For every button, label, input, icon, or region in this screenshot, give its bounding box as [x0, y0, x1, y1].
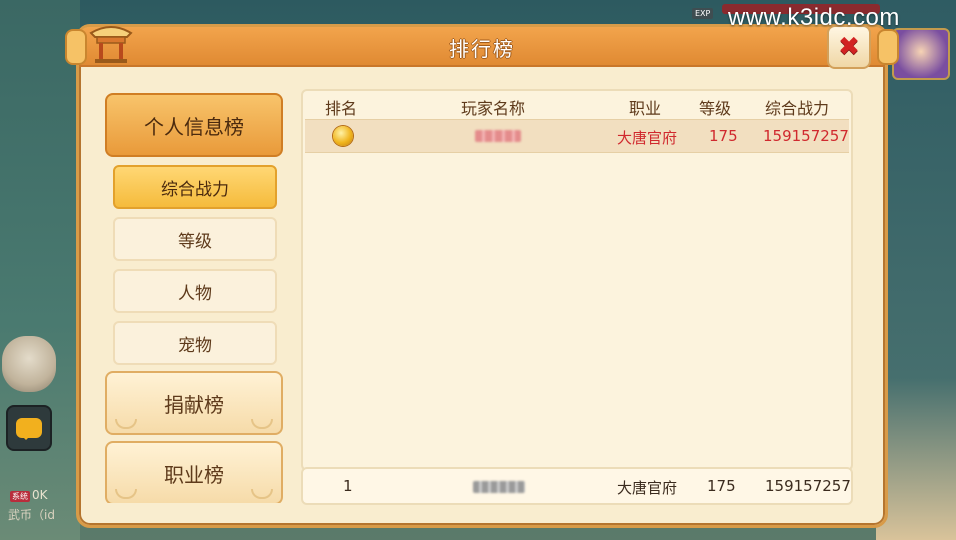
category-sidebar: 个人信息榜 综合战力 等级 人物 宠物 捐献榜 职业榜 — [103, 93, 285, 503]
category-profession[interactable]: 职业榜 — [105, 441, 283, 503]
currency-message: 武币（id — [8, 508, 55, 522]
header-rank: 排名 — [325, 99, 358, 118]
my-profession: 大唐官府 — [617, 479, 678, 497]
system-tag: 系统 — [10, 491, 30, 502]
category-label: 个人信息榜 — [144, 114, 244, 139]
my-level: 175 — [707, 477, 736, 495]
chat-button[interactable] — [6, 405, 52, 451]
row-profession: 大唐官府 — [617, 129, 678, 147]
system-message-text: 0K — [32, 488, 48, 502]
window-title: 排行榜 — [449, 37, 515, 61]
player-name-blurred — [475, 130, 521, 142]
ranking-table: 排名 玩家名称 职业 等级 综合战力 大唐官府 175 159157257 — [301, 89, 853, 471]
row-level: 175 — [709, 127, 738, 145]
category-personal-info[interactable]: 个人信息榜 — [105, 93, 283, 157]
subcategory-label: 人物 — [178, 283, 212, 304]
header-player-name: 玩家名称 — [461, 99, 526, 118]
header-profession: 职业 — [629, 99, 662, 118]
my-rank-row: 1 大唐官府 175 159157257 — [301, 467, 853, 505]
row-combat-power: 159157257 — [763, 127, 849, 145]
player-avatar[interactable] — [892, 28, 950, 80]
background-right — [876, 0, 956, 540]
table-row[interactable]: 大唐官府 175 159157257 — [305, 119, 849, 153]
category-donation[interactable]: 捐献榜 — [105, 371, 283, 435]
subcategory-character[interactable]: 人物 — [113, 269, 277, 313]
npc-portrait[interactable] — [2, 336, 56, 392]
window-header: 排行榜 ✖ — [65, 25, 899, 69]
system-message: 系统 0K — [10, 488, 48, 502]
my-name-blurred — [473, 481, 525, 493]
header-combat-power: 综合战力 — [765, 99, 830, 118]
gold-medal-icon — [333, 126, 353, 146]
table-header: 排名 玩家名称 职业 等级 综合战力 — [303, 91, 851, 118]
header-level: 等级 — [699, 99, 732, 118]
subcategory-level[interactable]: 等级 — [113, 217, 277, 261]
close-icon: ✖ — [838, 32, 860, 62]
swirl-decoration — [115, 489, 137, 499]
ranking-window: 排行榜 ✖ 个人信息榜 综合战力 等级 人物 宠物 捐献榜 职业榜 排名 玩家名… — [65, 24, 899, 528]
subcategory-label: 等级 — [178, 231, 212, 252]
exp-badge: EXP — [692, 8, 714, 19]
chat-bubble-icon — [16, 418, 42, 440]
swirl-decoration — [251, 489, 273, 499]
subcategory-combat-power[interactable]: 综合战力 — [113, 165, 277, 209]
category-label: 职业榜 — [164, 462, 224, 487]
background-left — [0, 0, 80, 540]
watermark-text: www.k3idc.com — [728, 4, 900, 31]
category-label: 捐献榜 — [164, 392, 224, 417]
subcategory-label: 宠物 — [178, 335, 212, 356]
my-combat-power: 159157257 — [765, 477, 851, 495]
swirl-decoration — [115, 419, 137, 429]
swirl-decoration — [251, 419, 273, 429]
subcategory-pet[interactable]: 宠物 — [113, 321, 277, 365]
my-rank: 1 — [343, 477, 353, 495]
subcategory-label: 综合战力 — [161, 179, 229, 200]
